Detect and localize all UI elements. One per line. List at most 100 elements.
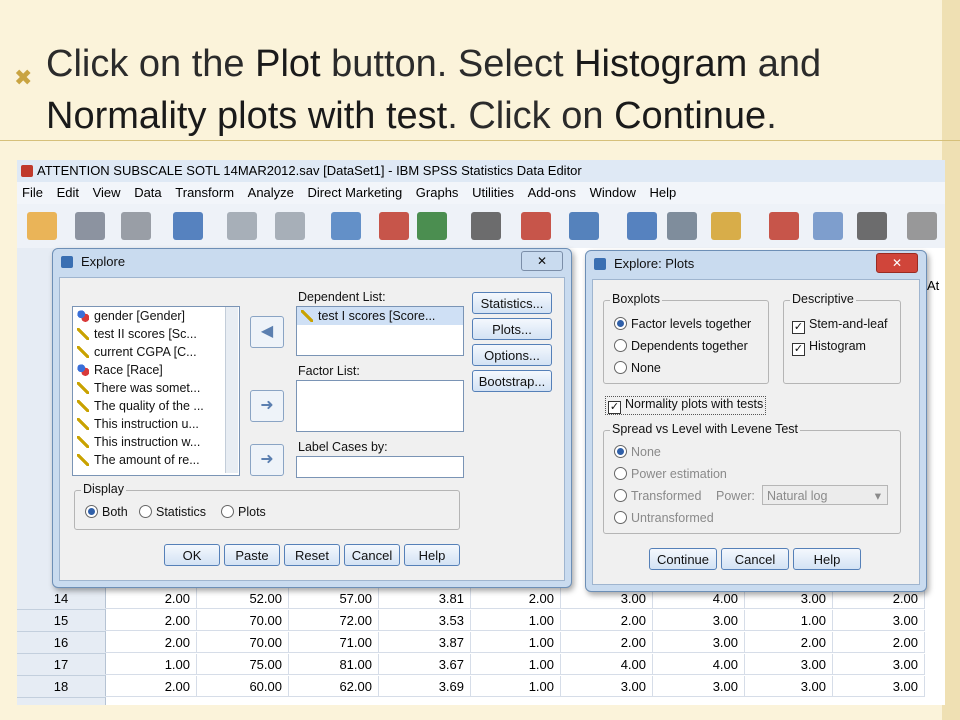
show-all-icon[interactable] xyxy=(857,212,887,240)
table-cell[interactable]: 1.00 xyxy=(471,676,561,697)
spelling-icon[interactable] xyxy=(907,212,937,240)
table-cell[interactable]: 3.00 xyxy=(653,610,745,631)
menu-direct-marketing[interactable]: Direct Marketing xyxy=(308,182,403,204)
menu-data[interactable]: Data xyxy=(134,182,161,204)
table-cell[interactable]: 2.00 xyxy=(105,610,197,631)
menu-addons[interactable]: Add-ons xyxy=(528,182,576,204)
table-cell[interactable]: 2.00 xyxy=(561,632,653,653)
row-number[interactable]: 16 xyxy=(17,632,106,654)
table-cell[interactable]: 81.00 xyxy=(289,654,379,675)
row-number[interactable]: 15 xyxy=(17,610,106,632)
statistics-button[interactable]: Statistics... xyxy=(472,292,552,314)
menu-edit[interactable]: Edit xyxy=(57,182,79,204)
boxplots-none-radio[interactable]: None xyxy=(614,361,661,375)
table-cell[interactable]: 1.00 xyxy=(105,654,197,675)
variable-item[interactable]: The quality of the ... xyxy=(73,397,239,415)
plots-button[interactable]: Plots... xyxy=(472,318,552,340)
table-cell[interactable]: 60.00 xyxy=(197,676,289,697)
explore-close-button[interactable]: ✕ xyxy=(521,251,563,271)
variable-item[interactable]: This instruction w... xyxy=(73,433,239,451)
table-cell[interactable]: 3.81 xyxy=(379,588,471,609)
dependent-item[interactable]: test I scores [Score... xyxy=(297,307,463,325)
move-to-factor-button[interactable]: ➜ xyxy=(250,390,284,422)
variable-item[interactable]: The amount of re... xyxy=(73,451,239,469)
dependents-together-radio[interactable]: Dependents together xyxy=(614,339,748,353)
variable-item[interactable]: current CGPA [C... xyxy=(73,343,239,361)
options-button[interactable]: Options... xyxy=(472,344,552,366)
display-plots-radio[interactable]: Plots xyxy=(221,505,266,519)
table-cell[interactable]: 3.00 xyxy=(745,654,833,675)
table-cell[interactable]: 70.00 xyxy=(197,610,289,631)
table-cell[interactable]: 4.00 xyxy=(653,654,745,675)
transformed-radio[interactable]: Transformed xyxy=(614,489,701,503)
power-estimation-radio[interactable]: Power estimation xyxy=(614,467,727,481)
table-cell[interactable]: 2.00 xyxy=(561,610,653,631)
plots-close-button[interactable]: ✕ xyxy=(876,253,918,273)
table-cell[interactable]: 2.00 xyxy=(745,632,833,653)
normality-plots-checkbox[interactable]: ✓ Normality plots with tests xyxy=(605,396,767,415)
help-button[interactable]: Help xyxy=(404,544,460,566)
source-variable-list[interactable]: gender [Gender] test II scores [Sc... curr… xyxy=(72,306,240,476)
table-cell[interactable]: 70.00 xyxy=(197,632,289,653)
histogram-checkbox[interactable]: ✓ Histogram xyxy=(792,339,866,356)
table-cell[interactable]: 3.00 xyxy=(653,676,745,697)
display-statistics-radio[interactable]: Statistics xyxy=(139,505,206,519)
factor-list[interactable] xyxy=(296,380,464,432)
untransformed-radio[interactable]: Untransformed xyxy=(614,511,714,525)
table-cell[interactable]: 3.53 xyxy=(379,610,471,631)
menu-help[interactable]: Help xyxy=(650,182,677,204)
table-cell[interactable]: 2.00 xyxy=(105,676,197,697)
factor-levels-radio[interactable]: Factor levels together xyxy=(614,317,751,331)
continue-button[interactable]: Continue xyxy=(649,548,717,570)
plots-help-button[interactable]: Help xyxy=(793,548,861,570)
table-cell[interactable]: 3.00 xyxy=(833,610,925,631)
value-labels-icon[interactable] xyxy=(769,212,799,240)
row-number[interactable]: 18 xyxy=(17,676,106,698)
spread-none-radio[interactable]: None xyxy=(614,445,661,459)
print-icon[interactable] xyxy=(121,212,151,240)
menu-utilities[interactable]: Utilities xyxy=(472,182,514,204)
table-cell[interactable]: 3.00 xyxy=(833,654,925,675)
variable-item[interactable]: gender [Gender] xyxy=(73,307,239,325)
table-cell[interactable]: 2.00 xyxy=(833,632,925,653)
menu-file[interactable]: File xyxy=(22,182,43,204)
menu-transform[interactable]: Transform xyxy=(175,182,234,204)
table-cell[interactable]: 62.00 xyxy=(289,676,379,697)
source-list-scrollbar[interactable] xyxy=(225,307,238,473)
table-cell[interactable]: 3.69 xyxy=(379,676,471,697)
undo-icon[interactable] xyxy=(227,212,257,240)
variable-item[interactable]: test II scores [Sc... xyxy=(73,325,239,343)
table-cell[interactable]: 52.00 xyxy=(197,588,289,609)
table-cell[interactable]: 4.00 xyxy=(561,654,653,675)
row-number[interactable]: 17 xyxy=(17,654,106,676)
table-cell[interactable]: 3.00 xyxy=(833,676,925,697)
insert-cases-icon[interactable] xyxy=(521,212,551,240)
recall-dialog-icon[interactable] xyxy=(173,212,203,240)
table-cell[interactable]: 57.00 xyxy=(289,588,379,609)
table-cell[interactable]: 3.00 xyxy=(653,632,745,653)
table-cell[interactable]: 2.00 xyxy=(105,588,197,609)
display-both-radio[interactable]: Both xyxy=(85,505,128,519)
split-file-icon[interactable] xyxy=(627,212,657,240)
table-cell[interactable]: 2.00 xyxy=(471,588,561,609)
move-to-dependent-button[interactable]: ◀ xyxy=(250,316,284,348)
table-cell[interactable]: 3.00 xyxy=(561,676,653,697)
table-cell[interactable]: 1.00 xyxy=(745,610,833,631)
paste-button[interactable]: Paste xyxy=(224,544,280,566)
dependent-list[interactable]: test I scores [Score... xyxy=(296,306,464,356)
table-cell[interactable]: 3.00 xyxy=(745,676,833,697)
table-cell[interactable]: 1.00 xyxy=(471,654,561,675)
table-cell[interactable]: 71.00 xyxy=(289,632,379,653)
table-cell[interactable]: 3.67 xyxy=(379,654,471,675)
variable-item[interactable]: This instruction u... xyxy=(73,415,239,433)
table-cell[interactable]: 75.00 xyxy=(197,654,289,675)
variable-item[interactable]: There was somet... xyxy=(73,379,239,397)
variable-item[interactable]: Race [Race] xyxy=(73,361,239,379)
ok-button[interactable]: OK xyxy=(164,544,220,566)
table-cell[interactable]: 2.00 xyxy=(105,632,197,653)
table-cell[interactable]: 72.00 xyxy=(289,610,379,631)
goto-variable-icon[interactable] xyxy=(379,212,409,240)
variables-icon[interactable] xyxy=(417,212,447,240)
stem-and-leaf-checkbox[interactable]: ✓ Stem-and-leaf xyxy=(792,317,888,334)
table-cell[interactable]: 3.87 xyxy=(379,632,471,653)
